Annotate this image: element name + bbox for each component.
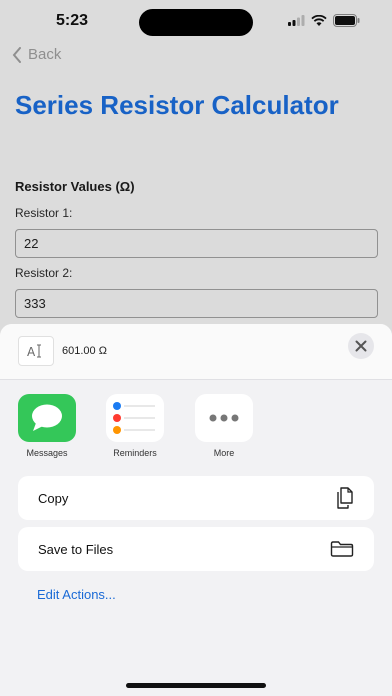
share-app-row: Messages Reminders More [0,394,392,464]
share-app-label: Messages [26,448,68,458]
status-icons [288,14,360,27]
dynamic-island [139,9,253,36]
home-indicator [126,683,266,688]
share-sheet-header: A 601.00 Ω [0,324,392,380]
page-title: Series Resistor Calculator [15,90,339,120]
edit-actions-link[interactable]: Edit Actions... [37,587,116,602]
section-label: Resistor Values (Ω) [15,179,135,194]
svg-text:A: A [27,345,36,359]
folder-icon [330,541,354,557]
share-app-label: Reminders [113,448,157,458]
battery-icon [333,14,360,27]
close-icon [355,340,367,352]
resistor-1-input[interactable]: 22 [15,229,378,258]
save-to-files-label: Save to Files [38,541,114,557]
share-app-more[interactable]: More [189,394,259,458]
signal-icon [288,15,305,26]
share-app-messages[interactable]: Messages [12,394,82,458]
copy-label: Copy [38,490,69,506]
copy-icon [337,487,353,509]
resistor-1-label: Resistor 1: [15,206,73,220]
reminders-icon [106,394,164,442]
status-time: 5:23 [56,12,89,29]
more-icon [195,394,253,442]
back-button[interactable]: Back [12,46,61,63]
resistor-2-label: Resistor 2: [15,266,73,280]
wifi-icon [311,14,327,26]
share-preview-text: 601.00 Ω [62,345,107,357]
back-label: Back [28,46,62,63]
share-sheet: A 601.00 Ω Messages Reminders More Copy … [0,324,392,696]
status-bar: 5:23 [0,0,392,44]
save-to-files-action[interactable]: Save to Files [18,527,374,571]
close-button[interactable] [348,333,374,359]
share-app-reminders[interactable]: Reminders [100,394,170,458]
chevron-left-icon [12,46,21,63]
share-app-label: More [213,448,235,458]
text-preview-icon: A [18,336,54,366]
copy-action[interactable]: Copy [18,476,374,520]
resistor-2-input[interactable]: 333 [15,289,378,318]
messages-icon [18,394,76,442]
